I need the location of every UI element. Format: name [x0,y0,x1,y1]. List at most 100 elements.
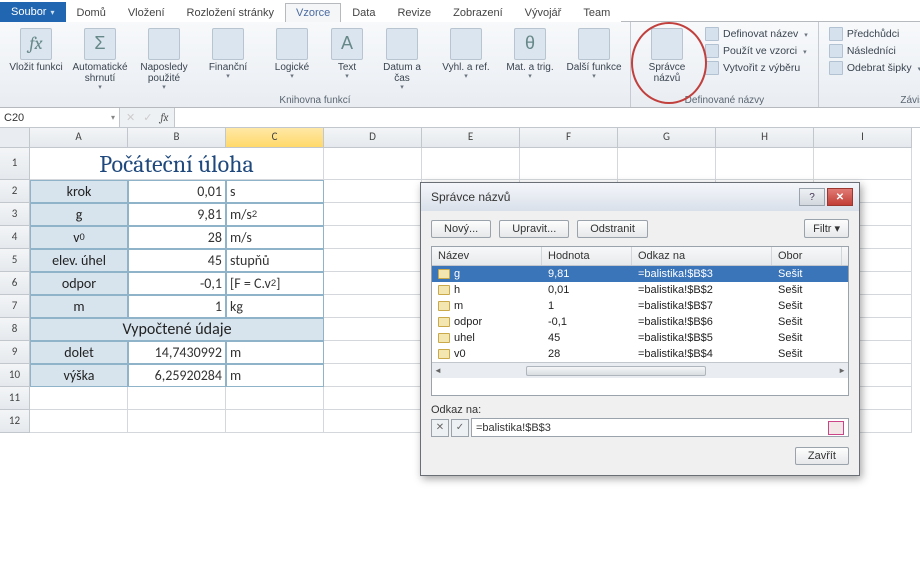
close-button[interactable]: ✕ [827,188,853,206]
tab-insert[interactable]: Vložení [117,3,176,22]
col-header-G[interactable]: G [618,128,716,148]
cell[interactable]: 0,01 [128,180,226,203]
insert-function-button[interactable]: fx Vložit funkci [6,26,66,75]
use-in-formula-button[interactable]: Použít ve vzorci [701,43,812,59]
col-header-H[interactable]: H [716,128,814,148]
col-name[interactable]: Název [432,247,542,265]
new-name-button[interactable]: Nový... [431,220,491,238]
cell[interactable] [324,272,422,295]
enter-icon[interactable]: ✓ [143,111,152,124]
more-fn-button[interactable]: Další funkce [564,26,624,83]
cell[interactable]: odpor [30,272,128,295]
cell[interactable] [128,410,226,433]
cell[interactable]: [F = C.v2] [226,272,324,295]
row-header-9[interactable]: 9 [0,341,30,364]
cell[interactable]: 45 [128,249,226,272]
scroll-thumb[interactable] [526,366,706,376]
math-button[interactable]: θ Mat. a trig. [500,26,560,83]
horizontal-scrollbar[interactable] [432,362,848,378]
tab-file[interactable]: Soubor [0,2,66,22]
cell[interactable]: m [226,364,324,387]
filter-button[interactable]: Filtr ▾ [804,219,849,238]
cell[interactable]: dolet [30,341,128,364]
tab-developer[interactable]: Vývojář [514,3,573,22]
cell[interactable] [324,295,422,318]
cell[interactable]: m [226,341,324,364]
select-all-corner[interactable] [0,128,30,148]
name-box[interactable]: C20 [0,108,120,127]
cell[interactable]: stupňů [226,249,324,272]
col-value[interactable]: Hodnota [542,247,632,265]
cell[interactable]: 1 [128,295,226,318]
tab-team[interactable]: Team [572,3,621,22]
cell[interactable] [324,180,422,203]
name-manager-button[interactable]: Správce názvů [637,26,697,86]
datetime-button[interactable]: Datum a čas [372,26,432,94]
cell[interactable] [30,410,128,433]
cell[interactable] [324,387,422,410]
cell[interactable]: 14,7430992 [128,341,226,364]
col-header-B[interactable]: B [128,128,226,148]
cell[interactable] [128,387,226,410]
dialog-close-button[interactable]: Zavřít [795,447,849,465]
row-header-8[interactable]: 8 [0,318,30,341]
cell[interactable]: m [30,295,128,318]
cell[interactable]: krok [30,180,128,203]
tab-home[interactable]: Domů [66,3,117,22]
cell[interactable] [226,410,324,433]
tab-formulas[interactable]: Vzorce [285,3,341,22]
trace-precedents-button[interactable]: Předchůdci [825,26,920,42]
cell[interactable]: -0,1 [128,272,226,295]
cell[interactable] [226,387,324,410]
cell[interactable]: Počáteční úloha [30,148,324,180]
row-header-11[interactable]: 11 [0,387,30,410]
create-from-selection-button[interactable]: Vytvořit z výběru [701,60,812,76]
cell[interactable]: kg [226,295,324,318]
row-header-6[interactable]: 6 [0,272,30,295]
col-header-E[interactable]: E [422,128,520,148]
cell[interactable] [520,148,618,180]
refersto-input[interactable]: =balistika!$B$3 [471,418,849,437]
cell[interactable] [324,226,422,249]
cancel-icon[interactable]: ✕ [126,111,135,124]
row-header-12[interactable]: 12 [0,410,30,433]
edit-name-button[interactable]: Upravit... [499,220,569,238]
autosum-button[interactable]: Σ Automatické shrnutí [70,26,130,94]
financial-button[interactable]: Finanční [198,26,258,83]
cell[interactable]: m/s2 [226,203,324,226]
row-header-2[interactable]: 2 [0,180,30,203]
row-header-3[interactable]: 3 [0,203,30,226]
define-name-button[interactable]: Definovat název [701,26,812,42]
tab-data[interactable]: Data [341,3,386,22]
col-header-D[interactable]: D [324,128,422,148]
row-header-7[interactable]: 7 [0,295,30,318]
formula-input[interactable] [175,108,920,127]
cell[interactable]: 28 [128,226,226,249]
name-row[interactable]: h0,01=balistika!$B$2Sešit [432,282,848,298]
col-header-C[interactable]: C [226,128,324,148]
row-header-10[interactable]: 10 [0,364,30,387]
ref-cancel-button[interactable]: ✕ [431,419,449,437]
cell[interactable] [814,148,912,180]
cell[interactable] [324,364,422,387]
tab-view[interactable]: Zobrazení [442,3,514,22]
range-picker-icon[interactable] [828,421,844,435]
col-header-I[interactable]: I [814,128,912,148]
cell[interactable] [324,203,422,226]
cell[interactable]: g [30,203,128,226]
help-button[interactable]: ? [799,188,825,206]
trace-dependents-button[interactable]: Následníci [825,43,920,59]
tab-layout[interactable]: Rozložení stránky [176,3,285,22]
cell[interactable]: 6,25920284 [128,364,226,387]
name-row[interactable]: v028=balistika!$B$4Sešit [432,346,848,362]
col-ref[interactable]: Odkaz na [632,247,772,265]
col-header-A[interactable]: A [30,128,128,148]
lookup-button[interactable]: Vyhl. a ref. [436,26,496,83]
cell[interactable] [30,387,128,410]
names-table[interactable]: Název Hodnota Odkaz na Obor g9,81=balist… [431,246,849,396]
dialog-titlebar[interactable]: Správce názvů ? ✕ [421,183,859,211]
fx-icon[interactable]: fx [160,111,168,124]
row-header-1[interactable]: 1 [0,148,30,180]
cell[interactable] [324,148,422,180]
cell[interactable] [324,341,422,364]
